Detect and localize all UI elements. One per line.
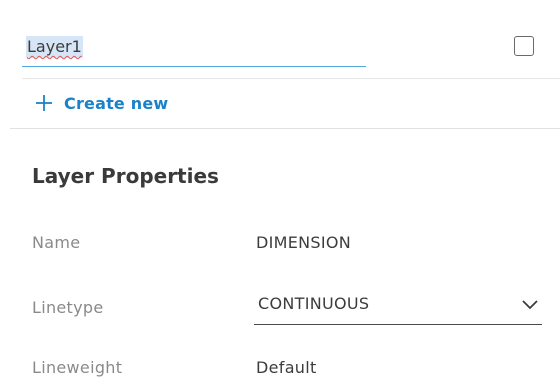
property-row-name: Name DIMENSION xyxy=(32,223,560,263)
create-new-label: Create new xyxy=(64,93,169,113)
property-value-name: DIMENSION xyxy=(256,233,352,252)
property-row-linetype: Linetype CONTINUOUS xyxy=(32,284,560,325)
section-divider xyxy=(10,128,560,129)
linetype-selected-value: CONTINUOUS xyxy=(258,294,370,313)
plus-icon xyxy=(36,95,52,111)
layer-panel: Layer1 Create new Layer Properties Name … xyxy=(0,0,560,383)
property-row-lineweight: Lineweight Default xyxy=(32,348,560,383)
layer-name-input[interactable]: Layer1 xyxy=(26,36,83,58)
linetype-dropdown[interactable]: CONTINUOUS xyxy=(254,284,542,325)
property-label-name: Name xyxy=(32,233,81,252)
create-new-button[interactable]: Create new xyxy=(34,88,168,118)
property-label-linetype: Linetype xyxy=(32,298,104,317)
layer-name-field[interactable]: Layer1 xyxy=(22,32,366,67)
layer-name-section: Layer1 Create new xyxy=(0,0,560,128)
layer-name-row: Layer1 xyxy=(22,28,560,79)
chevron-down-icon xyxy=(522,300,538,310)
property-label-lineweight: Lineweight xyxy=(32,358,123,377)
layer-checkbox[interactable] xyxy=(514,36,534,56)
property-value-lineweight[interactable]: Default xyxy=(256,358,317,377)
layer-properties-title: Layer Properties xyxy=(32,164,219,188)
